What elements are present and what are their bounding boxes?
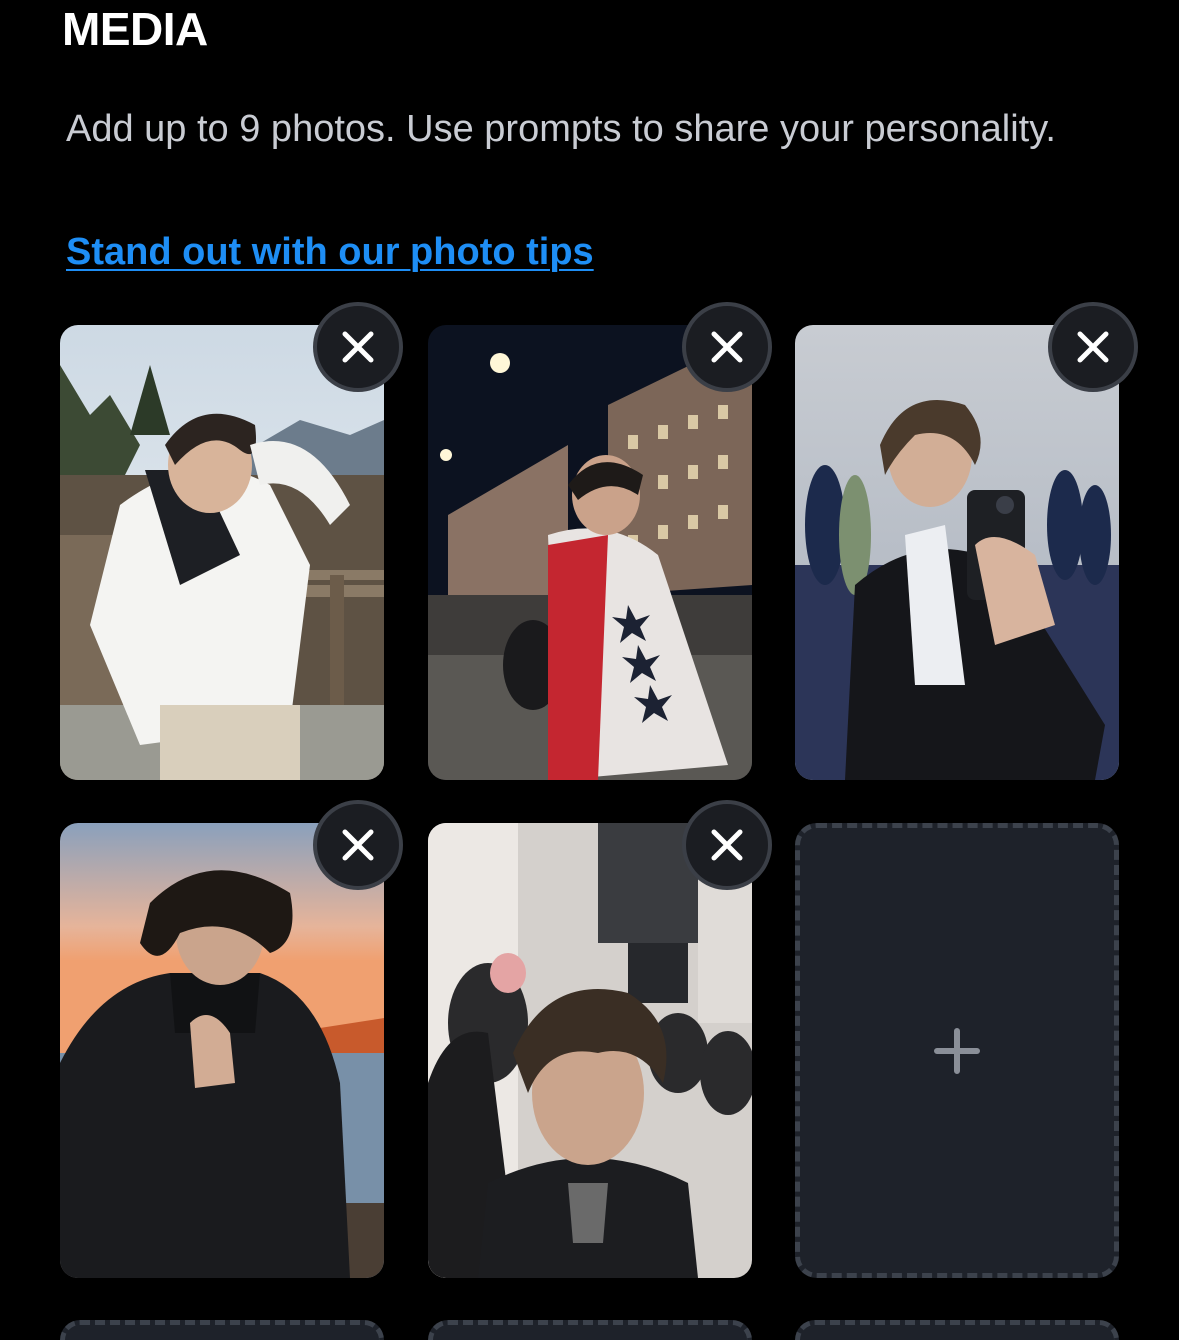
photo-tips-link[interactable]: Stand out with our photo tips bbox=[66, 226, 594, 278]
add-photo-slot-9[interactable] bbox=[795, 1320, 1119, 1340]
remove-photo-1-button[interactable] bbox=[313, 302, 403, 392]
photo-slot-4[interactable] bbox=[60, 823, 384, 1278]
remove-photo-5-button[interactable] bbox=[682, 800, 772, 890]
photo-slot-2[interactable] bbox=[428, 325, 752, 780]
close-icon bbox=[711, 331, 743, 363]
media-section-title: MEDIA bbox=[62, 3, 208, 55]
photo-1-image bbox=[60, 325, 384, 780]
photo-3-image bbox=[795, 325, 1119, 780]
remove-photo-4-button[interactable] bbox=[313, 800, 403, 890]
add-photo-slot-7[interactable] bbox=[60, 1320, 384, 1340]
remove-photo-3-button[interactable] bbox=[1048, 302, 1138, 392]
photo-4-image bbox=[60, 823, 384, 1278]
close-icon bbox=[342, 331, 374, 363]
photo-slot-5[interactable] bbox=[428, 823, 752, 1278]
remove-photo-2-button[interactable] bbox=[682, 302, 772, 392]
add-photo-slot-6[interactable] bbox=[795, 823, 1119, 1278]
photo-2-image bbox=[428, 325, 752, 780]
close-icon bbox=[711, 829, 743, 861]
photo-slot-1[interactable] bbox=[60, 325, 384, 780]
add-photo-slot-8[interactable] bbox=[428, 1320, 752, 1340]
close-icon bbox=[1077, 331, 1109, 363]
photo-slot-3[interactable] bbox=[795, 325, 1119, 780]
close-icon bbox=[342, 829, 374, 861]
media-description: Add up to 9 photos. Use prompts to share… bbox=[66, 108, 1056, 150]
photo-5-image bbox=[428, 823, 752, 1278]
plus-icon bbox=[934, 1027, 980, 1074]
